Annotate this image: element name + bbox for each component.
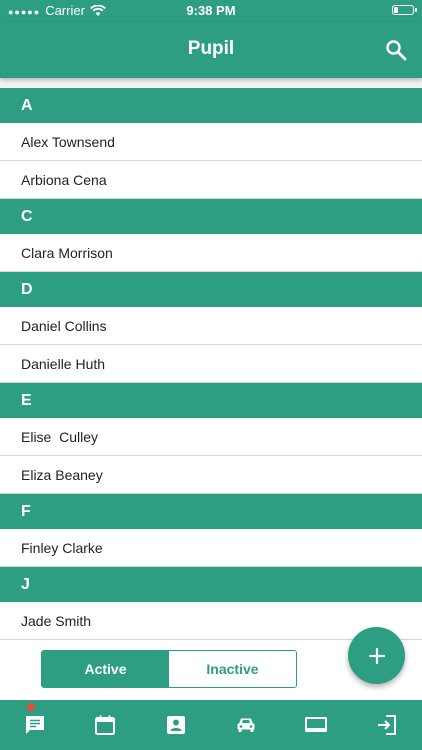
section-header-j: J bbox=[0, 567, 422, 602]
section-header-c: C bbox=[0, 199, 422, 234]
plus-icon bbox=[368, 647, 385, 664]
contact-card-icon bbox=[166, 716, 185, 734]
tab-calendar[interactable] bbox=[70, 700, 140, 750]
page-title: Pupil bbox=[187, 38, 235, 59]
pupil-list: A Alex Townsend Arbiona Cena C Clara Morriso… bbox=[0, 88, 422, 640]
pupil-row[interactable]: Clara Morrison bbox=[0, 234, 422, 272]
pupil-row[interactable]: Elise Culley bbox=[0, 418, 422, 456]
tab-messages[interactable] bbox=[0, 700, 70, 750]
pupil-row[interactable]: Danielle Huth bbox=[0, 345, 422, 383]
status-segmented-control: Active Inactive bbox=[41, 650, 297, 688]
tab-vehicles[interactable] bbox=[211, 700, 281, 750]
status-bar: ●●●●● Carrier 9:38 PM bbox=[0, 0, 422, 22]
tab-display[interactable] bbox=[281, 700, 351, 750]
section-header-f: F bbox=[0, 494, 422, 529]
pupil-row[interactable]: Eliza Beaney bbox=[0, 456, 422, 494]
active-segment[interactable]: Active bbox=[42, 651, 169, 687]
calendar-icon bbox=[95, 715, 116, 735]
logout-icon bbox=[377, 715, 396, 735]
status-time: 9:38 PM bbox=[186, 3, 236, 18]
battery-icon bbox=[392, 5, 417, 15]
pupil-row[interactable]: Finley Clarke bbox=[0, 529, 422, 567]
pupil-row[interactable]: Alex Townsend bbox=[0, 123, 422, 161]
search-icon[interactable] bbox=[384, 38, 408, 62]
pupil-row[interactable]: Arbiona Cena bbox=[0, 161, 422, 199]
car-icon bbox=[237, 718, 255, 732]
notification-badge bbox=[27, 703, 36, 711]
section-header-a: A bbox=[0, 88, 422, 123]
messages-icon bbox=[26, 716, 45, 734]
display-icon bbox=[305, 717, 328, 732]
section-header-d: D bbox=[0, 272, 422, 307]
navigation-bar: Pupil bbox=[0, 22, 422, 78]
add-pupil-button[interactable] bbox=[348, 627, 405, 684]
tab-logout[interactable] bbox=[352, 700, 422, 750]
section-header-e: E bbox=[0, 383, 422, 418]
pupil-row[interactable]: Daniel Collins bbox=[0, 307, 422, 345]
tab-bar bbox=[0, 700, 422, 750]
inactive-segment[interactable]: Inactive bbox=[169, 651, 296, 687]
tab-contacts[interactable] bbox=[141, 700, 211, 750]
